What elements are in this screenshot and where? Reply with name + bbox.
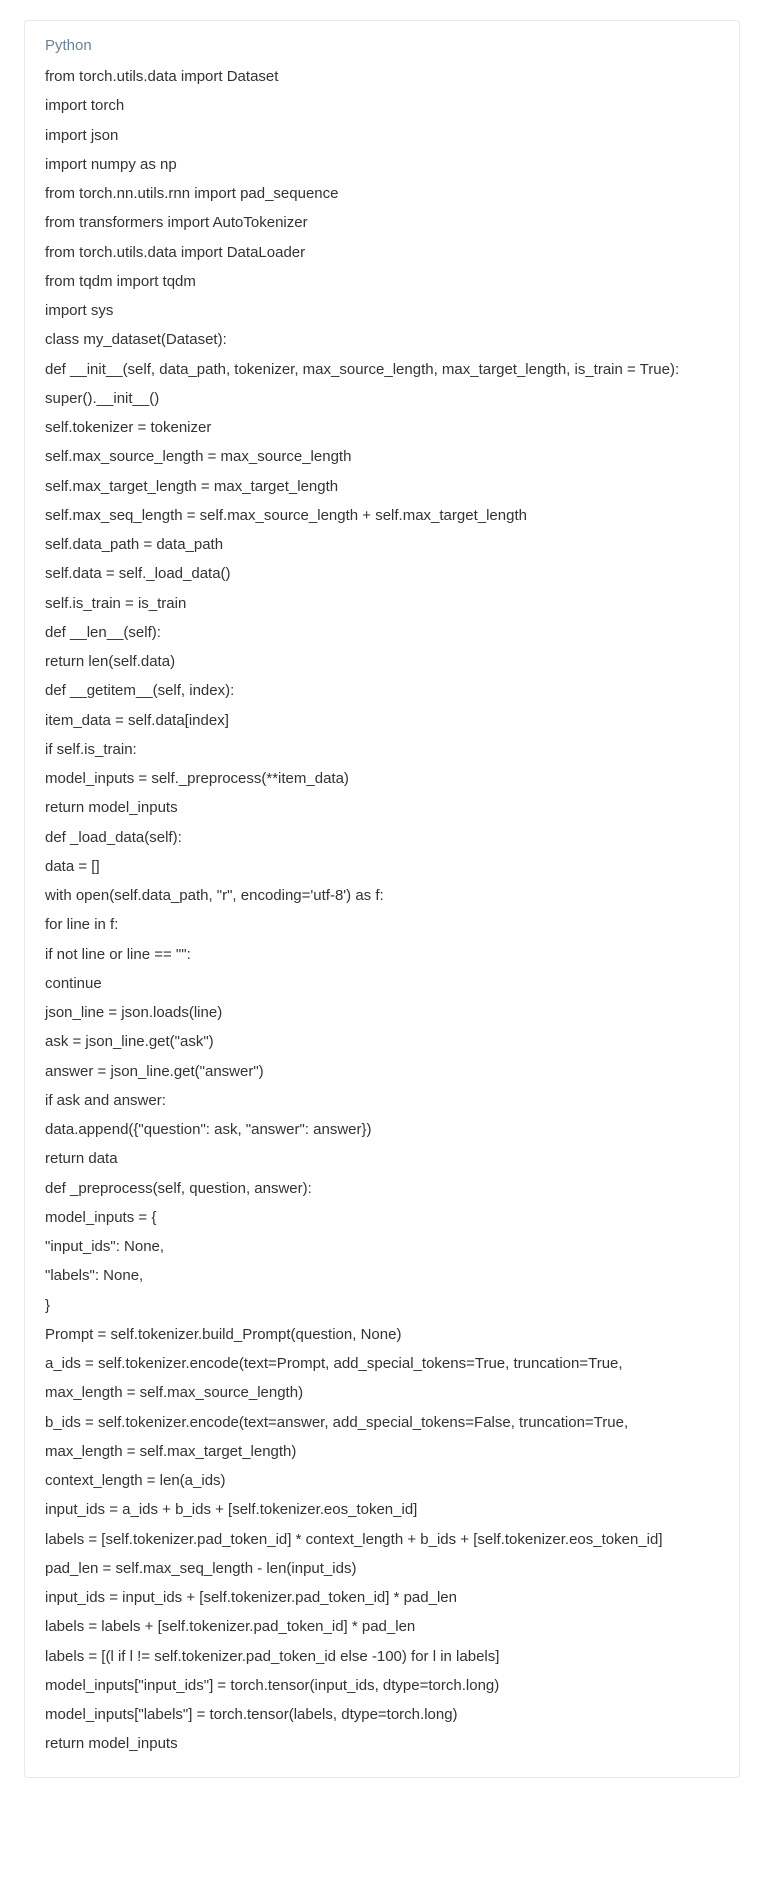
code-line: import sys (45, 296, 719, 325)
code-line: self.max_target_length = max_target_leng… (45, 472, 719, 501)
code-line: def _preprocess(self, question, answer): (45, 1174, 719, 1203)
code-line: with open(self.data_path, "r", encoding=… (45, 881, 719, 910)
code-line: import torch (45, 91, 719, 120)
code-line: for line in f: (45, 910, 719, 939)
code-line: "input_ids": None, (45, 1232, 719, 1261)
code-line: b_ids = self.tokenizer.encode(text=answe… (45, 1408, 719, 1437)
code-line: continue (45, 969, 719, 998)
code-line: return len(self.data) (45, 647, 719, 676)
code-line: labels = [(l if l != self.tokenizer.pad_… (45, 1642, 719, 1671)
code-line: def __len__(self): (45, 618, 719, 647)
code-line: return model_inputs (45, 1729, 719, 1758)
code-line: self.max_source_length = max_source_leng… (45, 442, 719, 471)
code-line: max_length = self.max_target_length) (45, 1437, 719, 1466)
code-container: from torch.utils.data import Datasetimpo… (45, 62, 719, 1759)
code-line: class my_dataset(Dataset): (45, 325, 719, 354)
code-line: max_length = self.max_source_length) (45, 1378, 719, 1407)
code-line: if ask and answer: (45, 1086, 719, 1115)
code-line: def __getitem__(self, index): (45, 676, 719, 705)
code-line: input_ids = input_ids + [self.tokenizer.… (45, 1583, 719, 1612)
code-line: self.tokenizer = tokenizer (45, 413, 719, 442)
code-line: import numpy as np (45, 150, 719, 179)
code-line: labels = labels + [self.tokenizer.pad_to… (45, 1612, 719, 1641)
code-line: input_ids = a_ids + b_ids + [self.tokeni… (45, 1495, 719, 1524)
code-line: self.max_seq_length = self.max_source_le… (45, 501, 719, 530)
code-line: model_inputs["labels"] = torch.tensor(la… (45, 1700, 719, 1729)
code-line: data.append({"question": ask, "answer": … (45, 1115, 719, 1144)
code-line: model_inputs = { (45, 1203, 719, 1232)
code-line: model_inputs = self._preprocess(**item_d… (45, 764, 719, 793)
code-line: def __init__(self, data_path, tokenizer,… (45, 355, 719, 384)
code-line: Prompt = self.tokenizer.build_Prompt(que… (45, 1320, 719, 1349)
code-line: "labels": None, (45, 1261, 719, 1290)
code-line: a_ids = self.tokenizer.encode(text=Promp… (45, 1349, 719, 1378)
page-wrapper: Python from torch.utils.data import Data… (0, 0, 764, 1798)
code-line: item_data = self.data[index] (45, 706, 719, 735)
code-line: def _load_data(self): (45, 823, 719, 852)
code-line: self.is_train = is_train (45, 589, 719, 618)
code-line: import json (45, 121, 719, 150)
code-line: data = [] (45, 852, 719, 881)
code-line: model_inputs["input_ids"] = torch.tensor… (45, 1671, 719, 1700)
code-line: context_length = len(a_ids) (45, 1466, 719, 1495)
code-block: Python from torch.utils.data import Data… (24, 20, 740, 1778)
code-line: super().__init__() (45, 384, 719, 413)
code-line: labels = [self.tokenizer.pad_token_id] *… (45, 1525, 719, 1554)
code-line: json_line = json.loads(line) (45, 998, 719, 1027)
language-label: Python (45, 37, 719, 54)
code-line: from torch.nn.utils.rnn import pad_seque… (45, 179, 719, 208)
code-line: ask = json_line.get("ask") (45, 1027, 719, 1056)
code-line: return model_inputs (45, 793, 719, 822)
code-line: from transformers import AutoTokenizer (45, 208, 719, 237)
code-line: from torch.utils.data import Dataset (45, 62, 719, 91)
code-line: } (45, 1291, 719, 1320)
code-line: self.data = self._load_data() (45, 559, 719, 588)
code-line: pad_len = self.max_seq_length - len(inpu… (45, 1554, 719, 1583)
code-line: if self.is_train: (45, 735, 719, 764)
code-line: from tqdm import tqdm (45, 267, 719, 296)
code-line: return data (45, 1144, 719, 1173)
code-line: if not line or line == "": (45, 940, 719, 969)
code-line: answer = json_line.get("answer") (45, 1057, 719, 1086)
code-line: self.data_path = data_path (45, 530, 719, 559)
code-line: from torch.utils.data import DataLoader (45, 238, 719, 267)
